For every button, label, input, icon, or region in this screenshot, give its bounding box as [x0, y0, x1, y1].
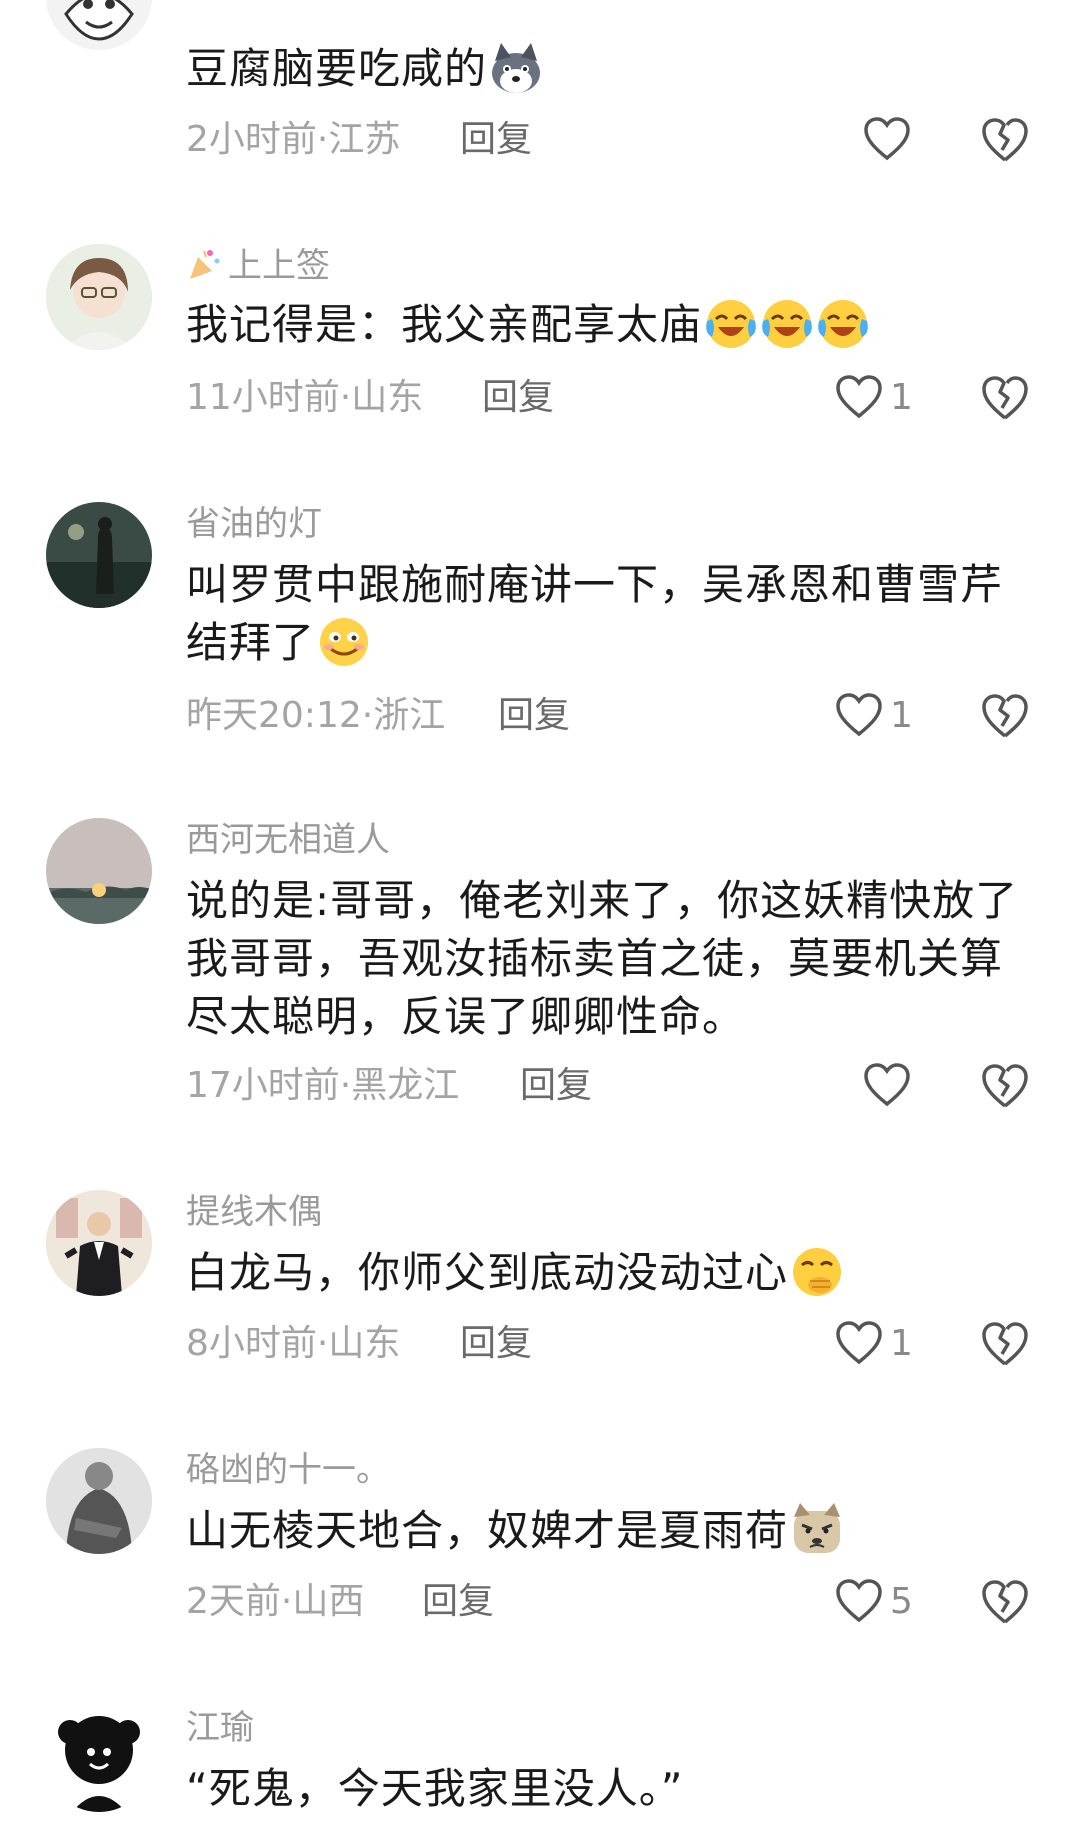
- dislike-button[interactable]: [980, 1062, 1030, 1110]
- heart-outline-icon: [836, 375, 882, 419]
- comment-text: 白龙马，你师父到底动没动过心: [186, 1244, 1046, 1302]
- dislike-button[interactable]: [980, 374, 1030, 422]
- dislike-button[interactable]: [980, 116, 1030, 164]
- heart-outline-icon: [864, 117, 910, 161]
- heart-outline-icon: [836, 1579, 882, 1623]
- like-count: 1: [890, 694, 913, 736]
- avatar[interactable]: [46, 1190, 152, 1296]
- reply-button[interactable]: 回复: [520, 1064, 592, 1108]
- reply-button[interactable]: 回复: [460, 1322, 532, 1366]
- like-count: 1: [890, 376, 913, 418]
- comment-meta: 2天前·山西: [186, 1581, 365, 1622]
- comment-text: 说的是:哥哥，俺老刘来了，你这妖精快放了 我哥哥，吾观汝插标卖首之徒，莫要机关算…: [186, 876, 1019, 1041]
- avatar[interactable]: [46, 1448, 152, 1554]
- comment-meta: 昨天20:12·浙江: [186, 695, 446, 736]
- like-button[interactable]: 1: [834, 692, 913, 742]
- crying-laughing-emoji: [760, 297, 814, 351]
- crying-laughing-emoji: [704, 297, 758, 351]
- dislike-button[interactable]: [980, 1320, 1030, 1368]
- giggle-face-emoji: [790, 1245, 844, 1299]
- avatar[interactable]: [46, 0, 152, 50]
- heart-outline-icon: [836, 693, 882, 737]
- like-button[interactable]: [862, 1062, 912, 1112]
- avatar[interactable]: [46, 502, 152, 608]
- avatar[interactable]: [46, 244, 152, 350]
- reply-button[interactable]: 回复: [498, 694, 570, 738]
- username[interactable]: 江瑜: [186, 1708, 254, 1748]
- comment-text: 我记得是：我父亲配享太庙: [186, 296, 1046, 354]
- broken-heart-icon: [982, 1580, 1028, 1624]
- username[interactable]: 省油的灯: [186, 504, 322, 544]
- broken-heart-icon: [982, 1064, 1028, 1108]
- like-button[interactable]: [862, 116, 912, 166]
- dislike-button[interactable]: [980, 1578, 1030, 1626]
- heart-outline-icon: [836, 1321, 882, 1365]
- reply-button[interactable]: 回复: [460, 118, 532, 162]
- comment-meta: 11小时前·山东: [186, 377, 424, 418]
- comment-meta: 17小时前·黑龙江: [186, 1065, 460, 1106]
- like-count: 5: [890, 1580, 913, 1622]
- username[interactable]: 硌凼的十一。: [186, 1450, 390, 1490]
- angry-dog-emoji: [790, 1503, 844, 1557]
- username[interactable]: 提线木偶: [186, 1192, 322, 1232]
- comment-text: 山无棱天地合，奴婢才是夏雨荷: [186, 1502, 1046, 1560]
- comment-text: 豆腐脑要吃咸的: [186, 40, 1046, 98]
- comment-text: “死鬼，今天我家里没人。”: [186, 1764, 684, 1813]
- comment-text: 叫罗贯中跟施耐庵讲一下，吴承恩和曹雪芹 结拜了: [186, 560, 1004, 669]
- username[interactable]: 西河无相道人: [186, 820, 390, 860]
- dislike-button[interactable]: [980, 692, 1030, 740]
- reply-button[interactable]: 回复: [482, 376, 554, 420]
- husky-dog-emoji: [489, 41, 543, 95]
- smirk-face-emoji: [317, 615, 371, 669]
- like-count: 1: [890, 1322, 913, 1364]
- broken-heart-icon: [982, 376, 1028, 420]
- comment-meta: 2小时前·江苏: [186, 119, 401, 160]
- crying-laughing-emoji: [816, 297, 870, 351]
- avatar[interactable]: [46, 818, 152, 924]
- like-button[interactable]: 1: [834, 374, 913, 424]
- broken-heart-icon: [982, 694, 1028, 738]
- heart-outline-icon: [864, 1063, 910, 1107]
- comment-meta: 8小时前·山东: [186, 1323, 401, 1364]
- reply-button[interactable]: 回复: [422, 1580, 494, 1624]
- like-button[interactable]: 1: [834, 1320, 913, 1370]
- broken-heart-icon: [982, 1322, 1028, 1366]
- broken-heart-icon: [982, 118, 1028, 162]
- party-popper-icon: [186, 247, 222, 283]
- username[interactable]: 上上签: [186, 246, 330, 286]
- avatar[interactable]: [46, 1706, 152, 1812]
- like-button[interactable]: 5: [834, 1578, 913, 1628]
